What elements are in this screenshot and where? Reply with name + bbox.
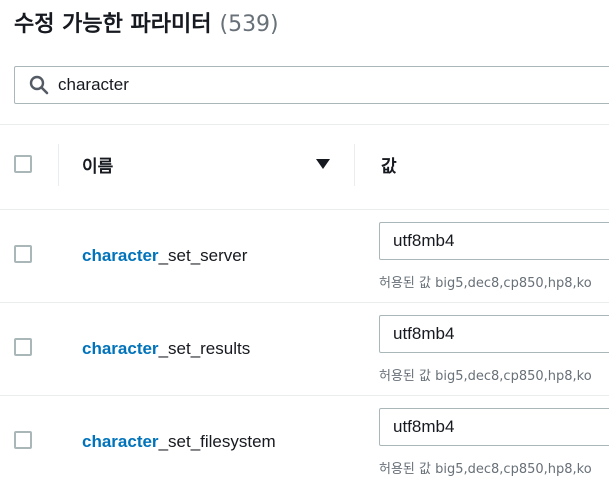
parameter-name[interactable]: character_set_server [82, 246, 247, 266]
search-input[interactable] [58, 75, 458, 95]
parameter-value-input[interactable]: utf8mb4 [379, 408, 609, 446]
sort-descending-icon[interactable] [316, 159, 330, 169]
allowed-values: 허용된 값 big5,dec8,cp850,hp8,ko [379, 276, 592, 291]
row-checkbox[interactable] [14, 338, 32, 356]
search-box[interactable] [14, 66, 609, 104]
allowed-values: 허용된 값 big5,dec8,cp850,hp8,ko [379, 369, 592, 384]
name-suffix: _set_filesystem [158, 432, 276, 451]
parameter-count: (539) [219, 12, 279, 37]
search-icon [29, 75, 49, 95]
column-header-value: 값 [381, 157, 397, 176]
name-suffix: _set_results [158, 339, 251, 358]
search-match: character [82, 246, 159, 265]
allowed-values: 허용된 값 big5,dec8,cp850,hp8,ko [379, 462, 592, 477]
row-checkbox[interactable] [14, 245, 32, 263]
search-match: character [82, 339, 159, 358]
name-suffix: _set_server [158, 246, 248, 265]
header-bottom-divider [0, 209, 609, 210]
row-checkbox[interactable] [14, 431, 32, 449]
select-all-checkbox[interactable] [14, 155, 32, 173]
page-title: 수정 가능한 파라미터 [14, 12, 212, 37]
parameter-name[interactable]: character_set_filesystem [82, 432, 276, 452]
search-match: character [82, 432, 159, 451]
parameter-value-input[interactable]: utf8mb4 [379, 222, 609, 260]
row-divider [0, 302, 609, 303]
page-header: 수정 가능한 파라미터 (539) [14, 6, 279, 38]
column-separator [354, 144, 355, 186]
column-separator [58, 144, 59, 186]
parameter-name[interactable]: character_set_results [82, 339, 250, 359]
row-divider [0, 395, 609, 396]
column-header-name[interactable]: 이름 [82, 152, 113, 177]
parameter-value-input[interactable]: utf8mb4 [379, 315, 609, 353]
